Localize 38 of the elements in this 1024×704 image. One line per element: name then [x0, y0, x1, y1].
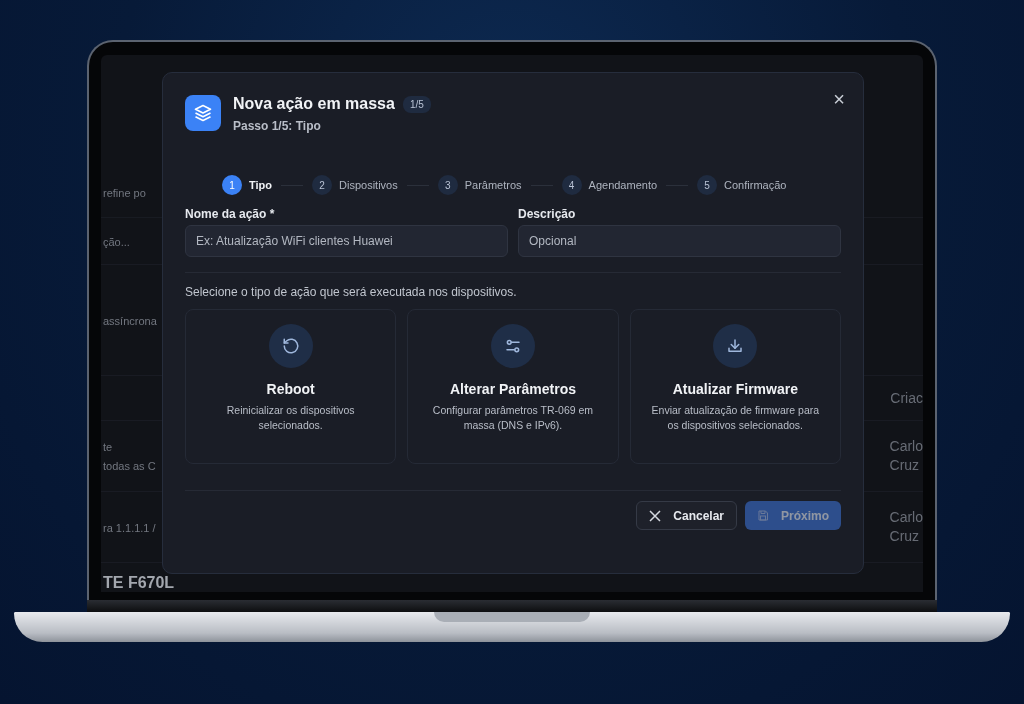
sliders-icon: [504, 337, 522, 355]
step-number: 5: [697, 175, 718, 195]
step-number: 3: [437, 175, 458, 195]
field-label: Descrição: [518, 207, 577, 221]
field-label: Nome da ação *: [185, 207, 276, 221]
background-text: ra 1.1.1.1 /: [103, 521, 156, 534]
step-label: Confirmação: [724, 179, 787, 191]
rotate-icon: [281, 337, 300, 355]
step-label: Parâmetros: [464, 179, 522, 191]
step-label: Tipo: [249, 179, 272, 191]
action-type-card[interactable]: Reboot Reinicializar os dispositivos selecionados.: [185, 309, 397, 464]
input-field[interactable]: Ex: Atualização WiFi clientes Huawei: [185, 225, 508, 257]
dialog-subtitle: Passo 1/5: Tipo: [233, 119, 322, 133]
background-text: TE F670L: [103, 574, 175, 591]
background-text: Carlo Cruz: [889, 509, 923, 544]
step-label: Dispositivos: [339, 179, 398, 191]
download-icon: [726, 337, 745, 355]
cancel-button[interactable]: Cancelar: [636, 501, 737, 530]
step-badge: 1/5: [402, 95, 431, 113]
background-text: Criac: [890, 389, 923, 406]
background-text: assíncrona: [103, 314, 157, 327]
background-text: ção...: [103, 235, 130, 248]
background-text: te todas as C: [103, 441, 156, 472]
close-icon: [649, 509, 662, 522]
step-number: 4: [561, 175, 582, 195]
step-number: 2: [312, 175, 332, 195]
action-type-card[interactable]: Alterar Parâmetros Configurar parâmetros TR-069 em massa (DNS e IPv6).: [407, 309, 619, 464]
close-button[interactable]: ×: [833, 89, 845, 109]
step-number: 1: [222, 175, 242, 195]
background-text: Carlo Cruz: [889, 438, 923, 473]
dialog-title: Nova ação em massa: [233, 95, 395, 113]
layers-icon: [185, 95, 221, 131]
input-field[interactable]: Opcional: [518, 225, 841, 257]
save-icon: [757, 509, 769, 522]
step-label: Agendamento: [588, 179, 658, 191]
action-type-card[interactable]: Atualizar Firmware Enviar atualização de firmware para os dispositivos selecionados.: [629, 309, 841, 464]
instruction-text: Selecione o tipo de ação que será executada nos dispositivos.: [185, 285, 518, 299]
background-text: refine po: [103, 186, 146, 199]
